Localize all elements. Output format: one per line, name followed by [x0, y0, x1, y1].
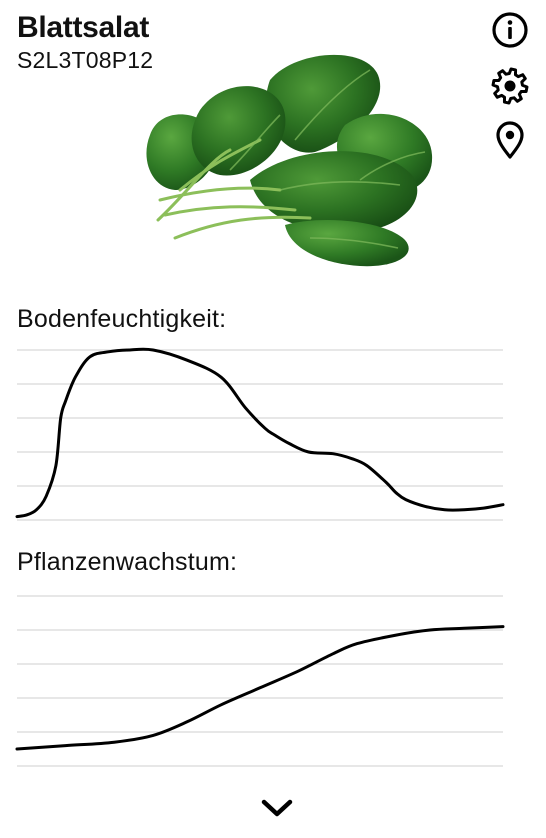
soil-moisture-label: Bodenfeuchtigkeit:: [17, 305, 227, 333]
info-icon: [492, 12, 528, 48]
chevron-down-icon: [261, 799, 293, 817]
settings-button[interactable]: [488, 64, 532, 108]
plant-growth-chart: [15, 594, 505, 774]
expand-button[interactable]: [253, 790, 301, 826]
soil-moisture-svg: [15, 347, 505, 521]
plant-image: [146, 54, 433, 267]
series-line: [15, 347, 505, 519]
series-line: [15, 625, 505, 751]
location-button[interactable]: [488, 118, 532, 162]
info-button[interactable]: [488, 8, 532, 52]
plant-growth-label: Pflanzenwachstum:: [17, 548, 238, 576]
gear-icon: [491, 67, 529, 105]
soil-moisture-chart: [15, 347, 505, 528]
location-pin-icon: [496, 121, 524, 159]
plant-growth-svg: [15, 595, 505, 767]
